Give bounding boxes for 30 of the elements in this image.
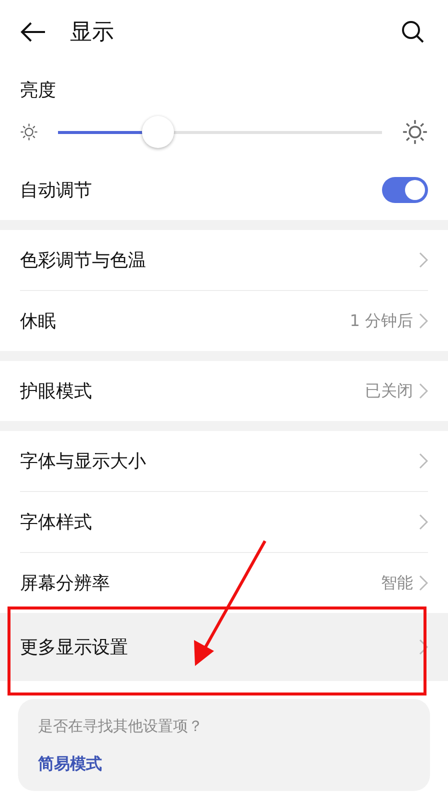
chevron-icon: [419, 252, 428, 268]
auto-adjust-label: 自动调节: [20, 179, 92, 202]
row-label: 休眠: [20, 310, 56, 333]
suggestion-question: 是否在寻找其他设置项？: [38, 717, 204, 736]
row-label: 护眼模式: [20, 380, 92, 403]
row-value: 智能: [381, 572, 413, 594]
row-label: 色彩调节与色温: [20, 249, 146, 272]
sun-icon: [20, 123, 38, 141]
chevron-icon: [419, 453, 428, 469]
row-label: 字体样式: [20, 511, 92, 534]
chevron-icon: [419, 639, 428, 655]
row-label: 更多显示设置: [20, 636, 128, 659]
simple-mode-link[interactable]: 简易模式: [38, 754, 102, 775]
settings-row[interactable]: 更多显示设置: [0, 613, 448, 681]
brightness-slider[interactable]: [58, 115, 382, 149]
row-label: 屏幕分辨率: [20, 572, 110, 595]
row-value: 已关闭: [365, 380, 413, 402]
sun-icon: [402, 119, 428, 145]
search-icon: [401, 20, 425, 44]
page-title: 显示: [70, 19, 115, 47]
chevron-icon: [419, 514, 428, 530]
chevron-icon: [419, 383, 428, 399]
slider-thumb[interactable]: [142, 116, 174, 148]
chevron-icon: [419, 575, 428, 591]
brightness-label: 亮度: [20, 79, 56, 102]
auto-adjust-toggle[interactable]: [382, 177, 428, 203]
row-label: 字体与显示大小: [20, 450, 146, 473]
chevron-icon: [419, 313, 428, 329]
row-value: 1 分钟后: [350, 310, 413, 332]
back-arrow-icon: [20, 21, 46, 43]
